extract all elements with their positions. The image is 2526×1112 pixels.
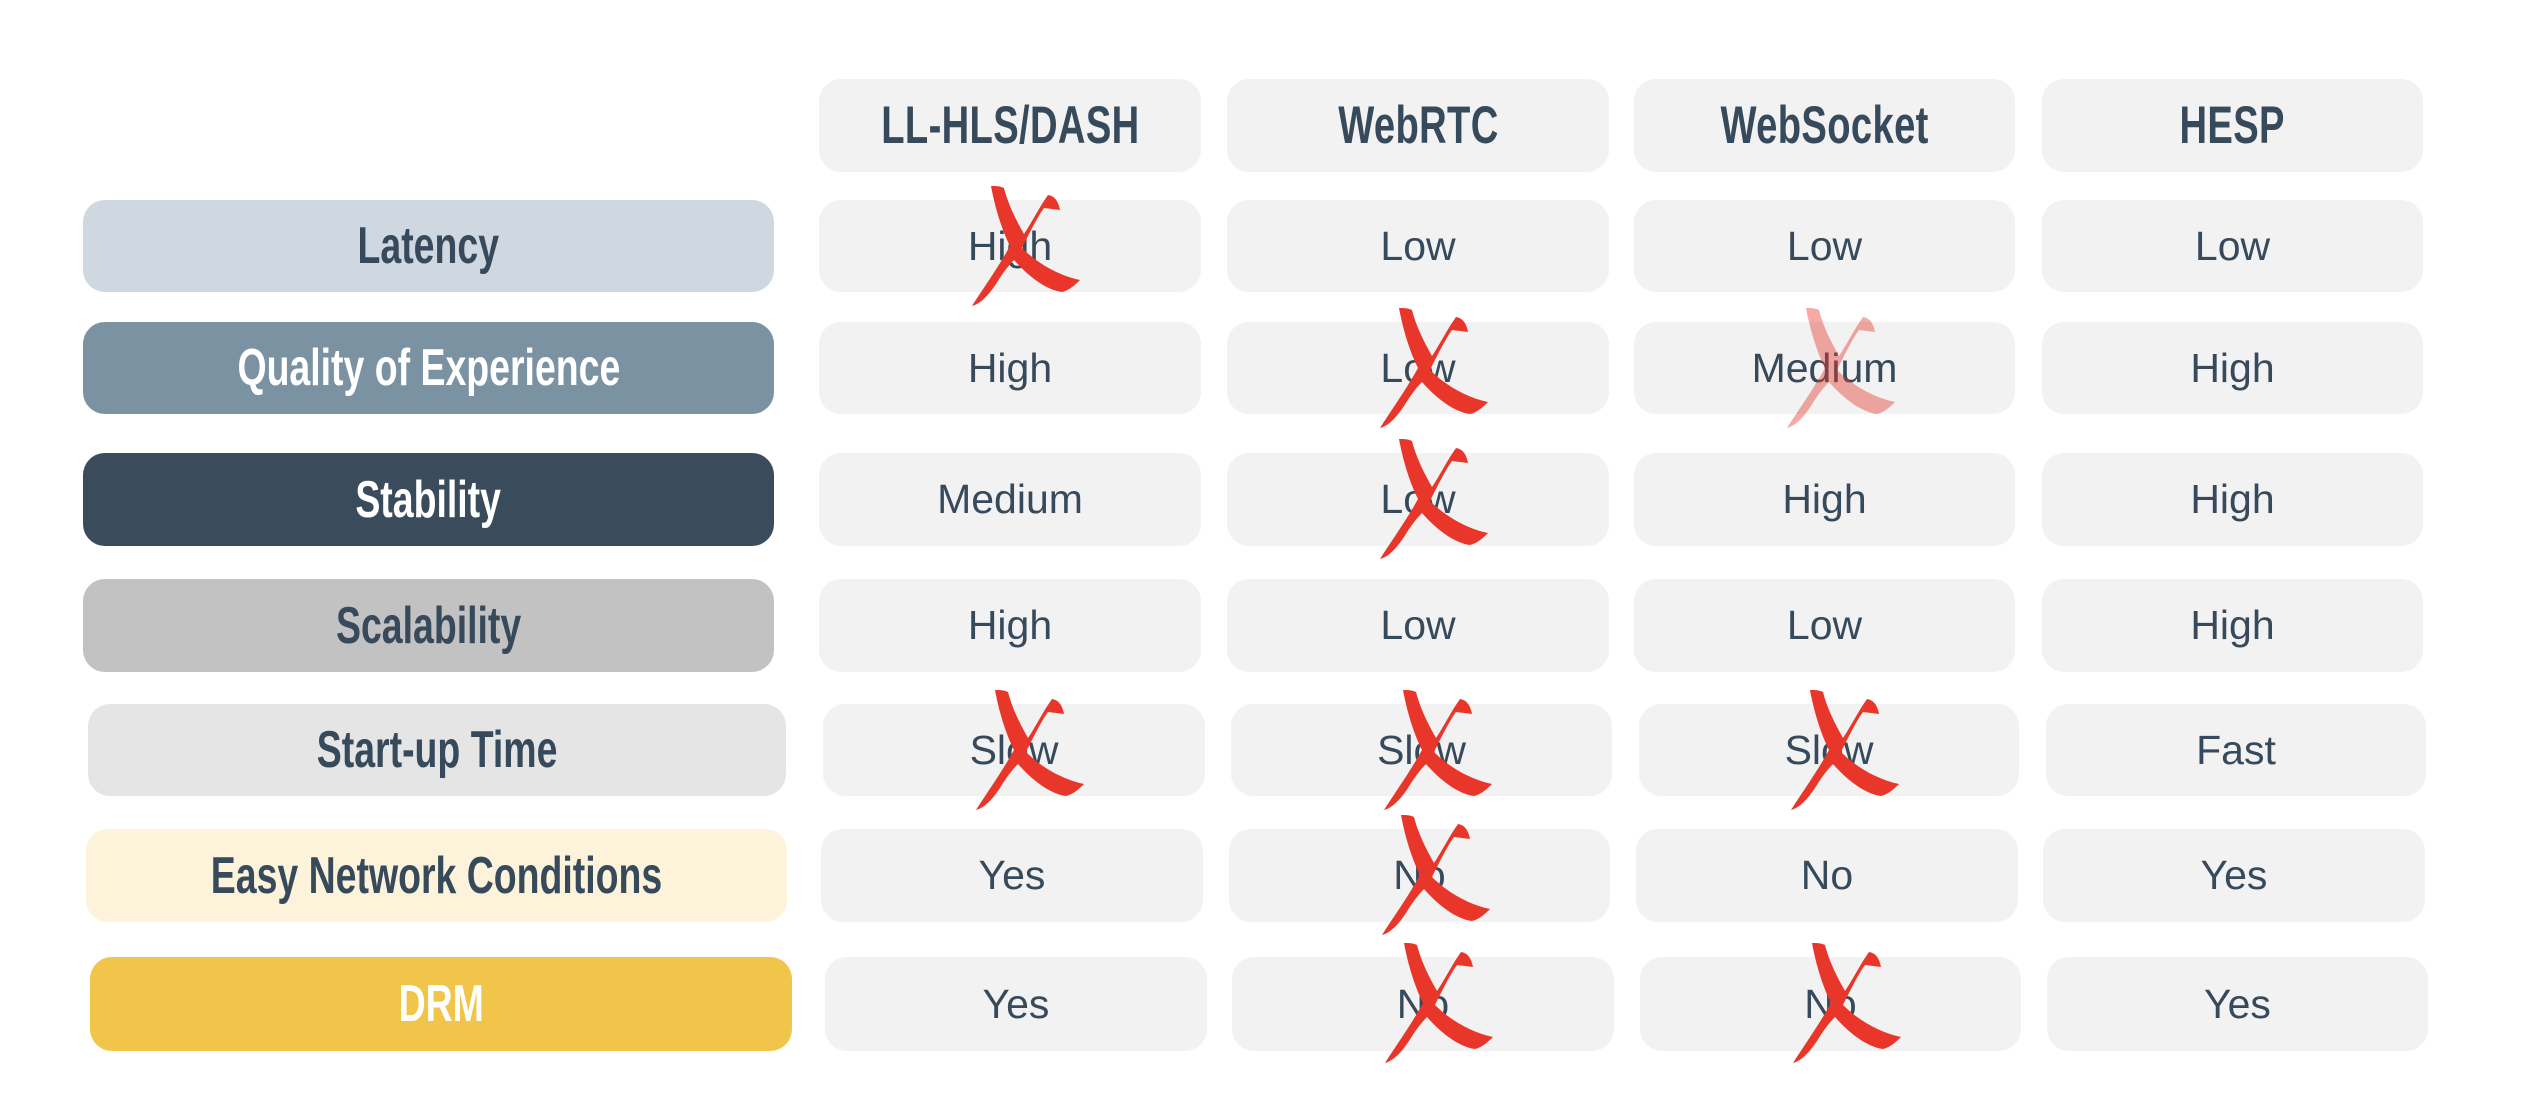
column-header-label: WebSocket [1720, 96, 1929, 155]
table-cell: Yes [825, 957, 1207, 1051]
row-label-text: Scalability [335, 596, 522, 655]
row-label-start-up-time: Start-up Time [88, 704, 786, 796]
cell-value: Low [1380, 344, 1456, 391]
cell-value: Low [1786, 602, 1863, 648]
table-cell: Low [2042, 200, 2423, 292]
cell-value: Medium [937, 476, 1083, 522]
cell-value: No [1804, 980, 1857, 1027]
row-label-text: DRM [398, 975, 484, 1033]
cell-value: High [2190, 602, 2275, 648]
row-label-text: Easy Network Conditions [210, 846, 663, 905]
table-cell: High [2042, 453, 2423, 546]
cell-value: High [967, 222, 1053, 269]
table-cell: Slow [823, 704, 1205, 796]
table-cell: No [1640, 957, 2021, 1051]
table-cell: No [1636, 829, 2018, 922]
table-cell: Low [1227, 453, 1609, 546]
column-header-label: WebRTC [1337, 96, 1499, 155]
table-cell: Low [1634, 200, 2015, 292]
table-cell: Low [1634, 579, 2015, 672]
cell-value: Fast [2196, 726, 2276, 773]
table-cell: Low [1227, 579, 1609, 672]
cell-value: Slow [1377, 726, 1466, 773]
table-cell: High [819, 322, 1201, 414]
column-header-hesp: HESP [2042, 79, 2423, 172]
cell-value: Low [1380, 602, 1456, 648]
table-cell: High [819, 579, 1201, 672]
table-cell: No [1232, 957, 1614, 1051]
column-header-ll-hls-dash: LL-HLS/DASH [819, 79, 1201, 172]
table-cell: Fast [2046, 704, 2426, 796]
table-cell: High [1634, 453, 2015, 546]
cell-value: Yes [978, 852, 1046, 898]
cell-value: Low [1786, 222, 1863, 269]
cell-value: No [1396, 980, 1450, 1027]
cell-value: Low [1380, 476, 1456, 522]
cell-value: Low [2194, 222, 2271, 269]
cell-value: High [2190, 476, 2275, 522]
column-header-webrtc: WebRTC [1227, 79, 1609, 172]
table-cell: Yes [821, 829, 1203, 922]
cell-value: No [1393, 852, 1446, 898]
table-cell: Yes [2043, 829, 2425, 922]
row-label-text: Start-up Time [316, 721, 558, 779]
cell-value: Medium [1751, 344, 1898, 391]
row-label-scalability: Scalability [83, 579, 774, 672]
table-cell: Low [1227, 200, 1609, 292]
table-cell: Yes [2047, 957, 2428, 1051]
table-cell: High [2042, 579, 2423, 672]
cell-value: Low [1380, 222, 1456, 269]
table-cell: Medium [819, 453, 1201, 546]
column-header-websocket: WebSocket [1634, 79, 2015, 172]
row-label-text: Quality of Experience [237, 339, 620, 397]
row-label-easy-network-conditions: Easy Network Conditions [86, 829, 787, 922]
column-header-label: LL-HLS/DASH [880, 96, 1140, 155]
cell-value: High [967, 602, 1053, 648]
row-label-stability: Stability [83, 453, 774, 546]
table-cell: Slow [1231, 704, 1612, 796]
table-cell: Slow [1639, 704, 2019, 796]
cell-value: Slow [969, 726, 1059, 773]
row-label-drm: DRM [90, 957, 792, 1051]
row-label-text: Latency [357, 217, 500, 275]
cell-value: High [1782, 476, 1867, 522]
row-label-quality-of-experience: Quality of Experience [83, 322, 774, 414]
table-cell: No [1229, 829, 1610, 922]
cell-value: Slow [1784, 726, 1874, 773]
cell-value: No [1800, 852, 1854, 898]
table-cell: High [819, 200, 1201, 292]
column-header-label: HESP [2179, 96, 2286, 155]
cell-value: Yes [982, 980, 1050, 1027]
table-cell: Medium [1634, 322, 2015, 414]
cell-value: Yes [2200, 852, 2268, 898]
cell-value: Yes [2204, 980, 2271, 1027]
cell-value: High [2190, 344, 2275, 391]
row-label-text: Stability [355, 470, 502, 529]
table-cell: High [2042, 322, 2423, 414]
table-cell: Low [1227, 322, 1609, 414]
cell-value: High [967, 344, 1053, 391]
row-label-latency: Latency [83, 200, 774, 292]
